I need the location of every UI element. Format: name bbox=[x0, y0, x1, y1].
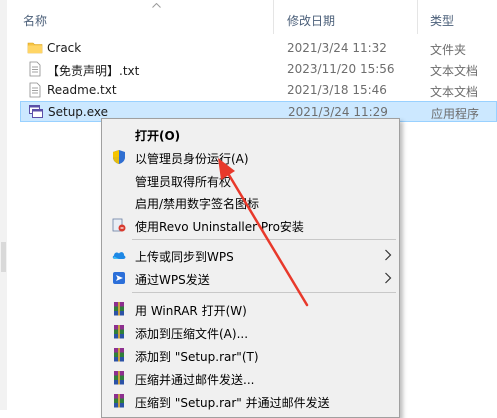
file-date: 2021/3/24 11:32 bbox=[287, 41, 387, 55]
cloud-icon bbox=[112, 252, 126, 259]
text-file-icon bbox=[29, 61, 41, 77]
file-name: 【免责声明】.txt bbox=[47, 64, 140, 78]
menu-item-label: 压缩并通过邮件发送... bbox=[135, 373, 255, 387]
menu-item-add-archive[interactable]: 添加到压缩文件(A)... bbox=[104, 321, 398, 343]
file-type: 文件夹 bbox=[430, 43, 467, 57]
winrar-icon bbox=[114, 325, 124, 339]
menu-item-wps-send[interactable]: 通过WPS发送 bbox=[104, 267, 398, 289]
menu-item-add-setup-rar[interactable]: 添加到 "Setup.rar"(T) bbox=[104, 344, 398, 366]
wps-send-icon bbox=[113, 272, 125, 284]
menu-item-label: 打开(O) bbox=[135, 129, 181, 143]
file-type: 文本文档 bbox=[430, 85, 479, 99]
file-row[interactable]: 【免责声明】.txt 2023/11/20 15:56 文本文档 bbox=[20, 59, 497, 80]
sort-ascending-icon bbox=[152, 3, 161, 8]
file-date: 2023/11/20 15:56 bbox=[287, 62, 395, 76]
uac-shield-icon bbox=[113, 150, 125, 164]
file-row[interactable]: Crack 2021/3/24 11:32 文件夹 bbox=[20, 38, 497, 59]
menu-item-label: 通过WPS发送 bbox=[135, 273, 210, 287]
revo-uninstaller-icon bbox=[112, 218, 126, 232]
menu-item-label: 管理员取得所有权 bbox=[135, 175, 232, 189]
file-name: Setup.exe bbox=[48, 105, 109, 119]
column-date[interactable]: 修改日期 bbox=[287, 12, 335, 29]
context-menu: 打开(O) 以管理员身份运行(A) 管理员取得所有权 启用/禁用数字签名图标 使… bbox=[101, 118, 400, 418]
file-name: Crack bbox=[47, 41, 82, 55]
menu-item-label: 添加到压缩文件(A)... bbox=[135, 327, 249, 341]
submenu-arrow-icon bbox=[385, 249, 392, 261]
menu-item-compress-setup-email[interactable]: 压缩到 "Setup.rar" 并通过邮件发送 bbox=[104, 390, 398, 412]
winrar-icon bbox=[114, 394, 124, 408]
menu-item-wps-upload[interactable]: 上传或同步到WPS bbox=[104, 244, 398, 266]
column-header: 名称 修改日期 类型 bbox=[7, 0, 497, 34]
file-name: Readme.txt bbox=[47, 83, 117, 97]
menu-item-label: 添加到 "Setup.rar"(T) bbox=[135, 350, 259, 364]
menu-item-signature-icon[interactable]: 启用/禁用数字签名图标 bbox=[104, 191, 398, 213]
menu-item-open[interactable]: 打开(O) bbox=[104, 123, 398, 145]
menu-item-take-ownership[interactable]: 管理员取得所有权 bbox=[104, 169, 398, 191]
menu-item-label: 启用/禁用数字签名图标 bbox=[135, 197, 260, 211]
menu-item-revo-install[interactable]: 使用Revo Uninstaller Pro安装 bbox=[104, 214, 398, 236]
column-name[interactable]: 名称 bbox=[23, 12, 47, 29]
file-type: 文本文档 bbox=[430, 64, 479, 78]
column-divider[interactable] bbox=[273, 0, 274, 34]
winrar-icon bbox=[114, 371, 124, 385]
file-row[interactable]: Readme.txt 2021/3/18 15:46 文本文档 bbox=[20, 80, 497, 101]
file-date: 2021/3/18 15:46 bbox=[287, 83, 387, 97]
menu-item-run-as-admin[interactable]: 以管理员身份运行(A) bbox=[104, 146, 398, 168]
text-file-icon bbox=[29, 82, 41, 98]
column-type[interactable]: 类型 bbox=[430, 12, 454, 29]
menu-item-compress-email[interactable]: 压缩并通过邮件发送... bbox=[104, 367, 398, 389]
menu-item-label: 用 WinRAR 打开(W) bbox=[135, 304, 247, 318]
winrar-icon bbox=[114, 348, 124, 362]
menu-item-winrar-open[interactable]: 用 WinRAR 打开(W) bbox=[104, 298, 398, 320]
submenu-arrow-icon bbox=[385, 272, 392, 284]
file-type: 应用程序 bbox=[431, 107, 480, 121]
menu-item-label: 压缩到 "Setup.rar" 并通过邮件发送 bbox=[135, 396, 330, 410]
winrar-icon bbox=[114, 302, 124, 316]
navigation-pane-edge bbox=[0, 0, 7, 410]
menu-item-label: 上传或同步到WPS bbox=[135, 250, 234, 264]
nav-scrollbar-thumb[interactable] bbox=[1, 242, 6, 272]
column-divider[interactable] bbox=[417, 0, 418, 34]
menu-item-label: 使用Revo Uninstaller Pro安装 bbox=[135, 220, 304, 234]
exe-icon bbox=[29, 105, 43, 118]
menu-separator bbox=[132, 239, 396, 240]
file-date: 2021/3/24 11:29 bbox=[288, 105, 388, 119]
menu-separator bbox=[132, 292, 396, 293]
folder-icon bbox=[27, 42, 43, 54]
menu-item-label: 以管理员身份运行(A) bbox=[135, 152, 249, 166]
